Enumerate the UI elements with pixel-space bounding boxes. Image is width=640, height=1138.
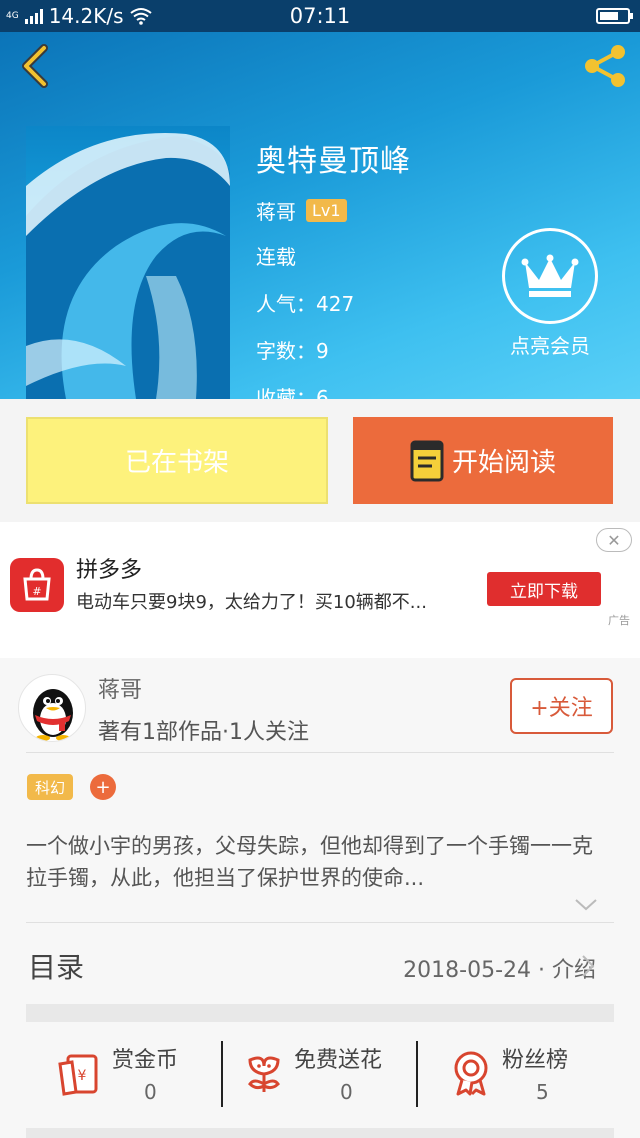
- ad-title: 拼多多: [76, 558, 143, 583]
- genre-tag[interactable]: 科幻: [27, 774, 74, 800]
- vip-circle: [502, 228, 598, 324]
- vip-button[interactable]: 点亮会员: [502, 228, 598, 359]
- synopsis: 一个做小宇的男孩，父母失踪，但他却得到了一个手镯一一克拉手镯，从此，他担当了保护…: [26, 834, 593, 890]
- add-tag-button[interactable]: +: [90, 774, 116, 800]
- qq-penguin-icon: [33, 689, 73, 741]
- stat-value: 0: [340, 1080, 353, 1104]
- share-icon[interactable]: [580, 42, 630, 90]
- chevron-down-icon[interactable]: [574, 898, 598, 912]
- svg-text:¥: ¥: [78, 1068, 87, 1084]
- stat-label: 粉丝榜: [502, 1048, 569, 1073]
- start-reading-label: 开始阅读: [451, 448, 556, 478]
- book-word-count: 字数：9: [256, 339, 329, 363]
- stat-divider: [416, 1041, 418, 1107]
- stat-label: 免费送花: [294, 1048, 383, 1073]
- svg-text:#: #: [32, 585, 41, 598]
- wave-cover-image: [26, 126, 230, 399]
- stat-fan-ranking[interactable]: 粉丝榜 5: [450, 1040, 590, 1110]
- stat-value: 5: [536, 1080, 549, 1104]
- author-meta: 著有1部作品·1人关注: [98, 720, 309, 745]
- book-hero: 奥特曼顶峰 蒋哥 Lv1 连载 人气：427 字数：9 收藏：6 点亮会员: [0, 32, 640, 399]
- ad-description: 电动车只要9块9，太给力了！买10辆都不...: [76, 592, 427, 613]
- book-icon: [410, 440, 444, 481]
- chevron-right-icon[interactable]: [580, 954, 596, 978]
- book-popularity: 人气：427: [256, 292, 355, 316]
- flower-icon: [248, 1056, 280, 1092]
- book-status: 连载: [256, 245, 296, 269]
- pinduoduo-logo-icon: #: [10, 558, 64, 612]
- book-favorites: 收藏：6: [256, 386, 329, 399]
- toc-title[interactable]: 目录: [28, 946, 84, 986]
- in-shelf-button[interactable]: 已在书架: [26, 417, 328, 504]
- stat-divider: [221, 1041, 223, 1107]
- vip-label: 点亮会员: [510, 334, 590, 358]
- toc-meta[interactable]: 2018-05-24 · 介绍: [403, 952, 596, 984]
- book-cover[interactable]: [26, 126, 230, 399]
- level-badge: Lv1: [306, 199, 347, 222]
- ad-banner[interactable]: # 拼多多 电动车只要9块9，太给力了！买10辆都不... 立即下载 ✕ 广告: [0, 522, 640, 658]
- crown-icon: [521, 254, 579, 297]
- author-section: 蒋哥 著有1部作品·1人关注 +关注 科幻 + 一个做小宇的男孩，父母失踪，但他…: [0, 658, 640, 1138]
- start-reading-button[interactable]: 开始阅读: [353, 417, 613, 504]
- back-icon[interactable]: [14, 42, 58, 90]
- red-envelope-icon: ¥: [58, 1054, 98, 1096]
- book-author[interactable]: 蒋哥: [256, 196, 296, 225]
- stat-send-flowers[interactable]: 免费送花 0: [244, 1040, 404, 1110]
- section-separator: [26, 1128, 614, 1138]
- medal-icon: [454, 1051, 488, 1096]
- stat-value: 0: [144, 1080, 157, 1104]
- author-row: 蒋哥 Lv1: [256, 196, 411, 225]
- ad-download-button[interactable]: 立即下载: [487, 572, 601, 606]
- divider: [26, 922, 614, 923]
- stat-reward-coins[interactable]: ¥ 赏金币 0: [56, 1040, 206, 1110]
- book-info: 奥特曼顶峰 蒋哥 Lv1 连载 人气：427 字数：9 收藏：6: [256, 136, 411, 399]
- follow-button[interactable]: +关注: [510, 678, 613, 734]
- divider: [26, 752, 614, 753]
- ad-mark: 广告: [608, 614, 630, 627]
- status-bar: 4G 14.2K/s 07:11: [0, 0, 640, 32]
- section-separator: [26, 1004, 614, 1022]
- author-name[interactable]: 蒋哥: [98, 672, 142, 704]
- status-time: 07:11: [289, 4, 351, 28]
- avatar[interactable]: [18, 674, 86, 742]
- stat-label: 赏金币: [112, 1048, 179, 1073]
- ad-close-icon[interactable]: ✕: [596, 528, 632, 552]
- book-title: 奥特曼顶峰: [256, 144, 411, 179]
- battery-icon: [596, 8, 633, 24]
